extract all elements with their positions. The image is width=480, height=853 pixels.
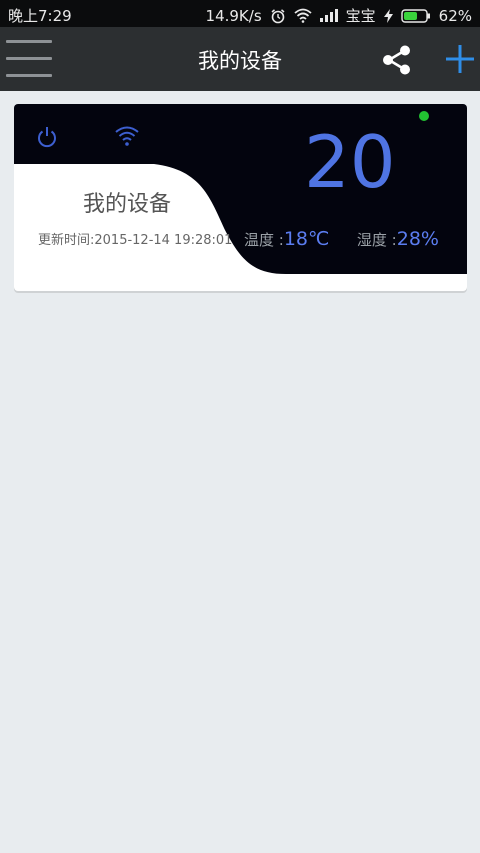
add-device-button[interactable] [444, 43, 476, 75]
status-time: 晚上7:29 [8, 7, 72, 25]
share-icon [383, 45, 410, 75]
signal-icon [319, 9, 338, 22]
device-wifi-indicator [114, 124, 140, 148]
wifi-icon [115, 126, 139, 146]
temperature-label: 温度 : [244, 231, 284, 249]
device-card[interactable]: 20 我的设备 更新时间:2015-12-14 19:28:01 温度 :18℃… [14, 104, 467, 291]
humidity-label: 湿度 : [356, 231, 397, 249]
share-button[interactable] [380, 43, 414, 77]
net-speed: 14.9K/s [205, 6, 262, 25]
online-status-dot [419, 111, 429, 121]
set-temperature: 20 [304, 120, 396, 204]
charging-icon [383, 8, 393, 23]
battery-percent: 62% [438, 6, 472, 25]
device-readings: 温度 :18℃ 湿度 :28% [244, 228, 439, 250]
battery-icon [400, 8, 431, 23]
status-bar: 晚上7:29 14.9K/s 宝宝 62% [0, 0, 480, 27]
app-bar: 我的设备 [0, 27, 480, 91]
device-name: 我的设备 [82, 192, 171, 217]
power-icon [38, 127, 56, 148]
alarm-icon [270, 8, 286, 24]
add-icon [446, 45, 474, 73]
carrier-name: 宝宝 [345, 7, 376, 25]
wifi-icon [294, 8, 312, 23]
humidity-value: 28% [396, 228, 439, 250]
menu-icon-bar-1 [6, 40, 52, 43]
update-time: 更新时间:2015-12-14 19:28:01 [38, 233, 233, 248]
temperature-value: 18℃ [283, 228, 330, 250]
power-button[interactable] [36, 125, 58, 149]
